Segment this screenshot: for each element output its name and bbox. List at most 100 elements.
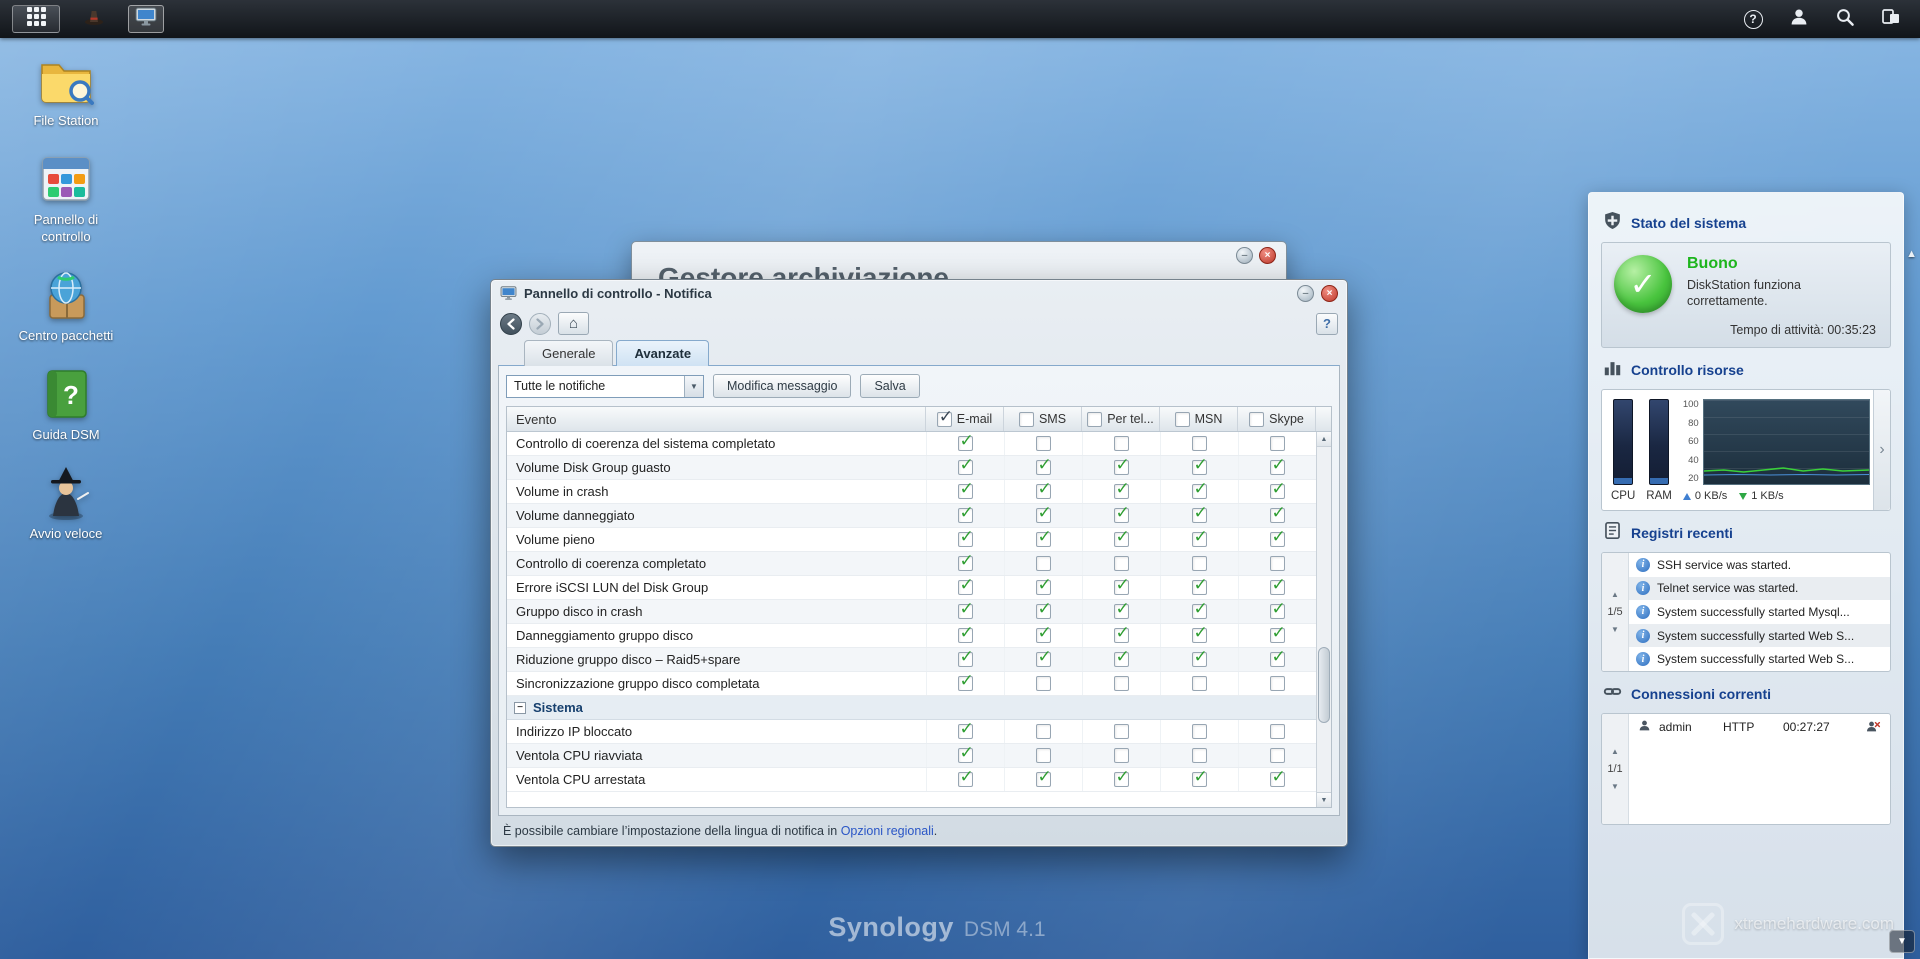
row-checkbox-skype[interactable] xyxy=(1269,503,1286,523)
column-checkbox-per-tel[interactable] xyxy=(1087,411,1103,427)
row-checkbox-e-mail[interactable] xyxy=(957,455,974,475)
row-checkbox-sms[interactable] xyxy=(1035,455,1052,475)
row-checkbox-sms[interactable] xyxy=(1035,575,1052,595)
column-checkbox-skype[interactable] xyxy=(1249,411,1265,427)
resource-expand-button[interactable]: › xyxy=(1873,390,1890,510)
desktop-icon-centro-pacchetti[interactable]: Centro pacchetti xyxy=(10,267,122,344)
row-checkbox-sms[interactable] xyxy=(1035,479,1052,499)
close-button[interactable]: × xyxy=(1321,285,1338,302)
column-checkbox-msn[interactable] xyxy=(1174,411,1190,427)
log-item[interactable]: i System successfully started Web S... xyxy=(1629,623,1890,648)
row-checkbox-per-tel[interactable] xyxy=(1113,676,1129,691)
row-checkbox-sms[interactable] xyxy=(1035,647,1052,667)
row-checkbox-e-mail[interactable] xyxy=(957,743,974,763)
regional-options-link[interactable]: Opzioni regionali xyxy=(841,824,934,838)
row-checkbox-skype[interactable] xyxy=(1269,436,1285,451)
table-row[interactable]: Volume Disk Group guasto xyxy=(507,455,1316,480)
row-checkbox-sms[interactable] xyxy=(1035,527,1052,547)
row-checkbox-per-tel[interactable] xyxy=(1113,436,1129,451)
window-help-button[interactable]: ? xyxy=(1316,312,1338,335)
column-header-evento[interactable]: Evento xyxy=(507,407,926,431)
row-checkbox-msn[interactable] xyxy=(1191,748,1207,763)
window-titlebar[interactable]: Pannello di controllo - Notifica – × xyxy=(498,280,1340,307)
desktop-icon-guida-dsm[interactable]: ? Guida DSM xyxy=(10,366,122,443)
control-panel-task-button[interactable] xyxy=(128,5,164,33)
row-checkbox-e-mail[interactable] xyxy=(957,719,974,739)
row-checkbox-msn[interactable] xyxy=(1191,503,1208,523)
column-header-msn[interactable]: MSN xyxy=(1160,407,1238,431)
row-checkbox-per-tel[interactable] xyxy=(1113,527,1130,547)
row-checkbox-e-mail[interactable] xyxy=(957,575,974,595)
row-checkbox-e-mail[interactable] xyxy=(957,479,974,499)
row-checkbox-e-mail[interactable] xyxy=(957,599,974,619)
forward-button[interactable] xyxy=(529,312,551,335)
row-checkbox-per-tel[interactable] xyxy=(1113,623,1130,643)
collapse-icon[interactable]: − xyxy=(514,701,526,714)
row-checkbox-e-mail[interactable] xyxy=(957,503,974,523)
pager-up-icon[interactable]: ▲ xyxy=(1611,747,1619,756)
desktop-icon-pannello-di-controllo[interactable]: Pannello di controllo xyxy=(10,151,122,245)
row-checkbox-sms[interactable] xyxy=(1035,599,1052,619)
column-header-per-tel[interactable]: Per tel... xyxy=(1082,407,1160,431)
pager-down-icon[interactable]: ▼ xyxy=(1611,782,1619,791)
row-checkbox-e-mail[interactable] xyxy=(957,623,974,643)
section-row-sistema[interactable]: − Sistema xyxy=(507,696,1316,720)
row-checkbox-skype[interactable] xyxy=(1269,527,1286,547)
row-checkbox-e-mail[interactable] xyxy=(957,432,974,451)
table-row[interactable]: Volume danneggiato xyxy=(507,503,1316,528)
disconnect-icon[interactable] xyxy=(1866,720,1881,733)
row-checkbox-sms[interactable] xyxy=(1035,748,1051,763)
pager-down-icon[interactable]: ▼ xyxy=(1611,625,1619,634)
row-checkbox-msn[interactable] xyxy=(1191,436,1207,451)
table-row[interactable]: Sincronizzazione gruppo disco completata xyxy=(507,671,1316,696)
desktop-icon-avvio-veloce[interactable]: Avvio veloce xyxy=(10,465,122,542)
column-header-skype[interactable]: Skype xyxy=(1238,407,1316,431)
scrollbar-thumb[interactable] xyxy=(1318,647,1330,723)
row-checkbox-msn[interactable] xyxy=(1191,767,1208,787)
notification-filter-select[interactable]: Tutte le notifiche ▼ xyxy=(506,374,704,398)
table-row[interactable]: Indirizzo IP bloccato xyxy=(507,719,1316,744)
row-checkbox-per-tel[interactable] xyxy=(1113,479,1130,499)
close-button[interactable]: × xyxy=(1259,247,1276,264)
main-menu-button[interactable] xyxy=(12,5,60,33)
row-checkbox-msn[interactable] xyxy=(1191,455,1208,475)
row-checkbox-skype[interactable] xyxy=(1269,479,1286,499)
row-checkbox-msn[interactable] xyxy=(1191,556,1207,571)
row-checkbox-msn[interactable] xyxy=(1191,575,1208,595)
row-checkbox-per-tel[interactable] xyxy=(1113,455,1130,475)
desktop-icon-file-station[interactable]: File Station xyxy=(10,52,122,129)
column-checkbox-sms[interactable] xyxy=(1018,411,1034,427)
minimize-button[interactable]: – xyxy=(1236,247,1253,264)
table-row[interactable]: Controllo di coerenza completato xyxy=(507,551,1316,576)
table-scrollbar[interactable]: ▲ ▼ xyxy=(1316,432,1331,807)
panel-scroll-up-icon[interactable]: ▲ xyxy=(1906,248,1917,260)
row-checkbox-per-tel[interactable] xyxy=(1113,503,1130,523)
row-checkbox-sms[interactable] xyxy=(1035,724,1051,739)
row-checkbox-sms[interactable] xyxy=(1035,436,1051,451)
row-checkbox-msn[interactable] xyxy=(1191,647,1208,667)
row-checkbox-msn[interactable] xyxy=(1191,599,1208,619)
pager-up-icon[interactable]: ▲ xyxy=(1611,590,1619,599)
log-item[interactable]: i System successfully started Mysql... xyxy=(1629,600,1890,624)
row-checkbox-skype[interactable] xyxy=(1269,724,1285,739)
row-checkbox-skype[interactable] xyxy=(1269,599,1286,619)
table-row[interactable]: Volume in crash xyxy=(507,479,1316,504)
table-row[interactable]: Gruppo disco in crash xyxy=(507,599,1316,624)
row-checkbox-msn[interactable] xyxy=(1191,623,1208,643)
table-row[interactable]: Errore iSCSI LUN del Disk Group xyxy=(507,575,1316,600)
log-item[interactable]: i System successfully started Web S... xyxy=(1629,647,1890,671)
row-checkbox-per-tel[interactable] xyxy=(1113,647,1130,667)
row-checkbox-per-tel[interactable] xyxy=(1113,748,1129,763)
row-checkbox-skype[interactable] xyxy=(1269,767,1286,787)
row-checkbox-per-tel[interactable] xyxy=(1113,575,1130,595)
row-checkbox-sms[interactable] xyxy=(1035,503,1052,523)
pilot-view-button[interactable] xyxy=(1878,6,1904,32)
row-checkbox-msn[interactable] xyxy=(1191,676,1207,691)
row-checkbox-skype[interactable] xyxy=(1269,647,1286,667)
row-checkbox-sms[interactable] xyxy=(1035,676,1051,691)
column-header-e-mail[interactable]: E-mail xyxy=(926,407,1004,431)
scroll-up-icon[interactable]: ▲ xyxy=(1317,432,1331,447)
row-checkbox-sms[interactable] xyxy=(1035,623,1052,643)
row-checkbox-e-mail[interactable] xyxy=(957,647,974,667)
quick-launch-task-button[interactable] xyxy=(76,5,112,33)
